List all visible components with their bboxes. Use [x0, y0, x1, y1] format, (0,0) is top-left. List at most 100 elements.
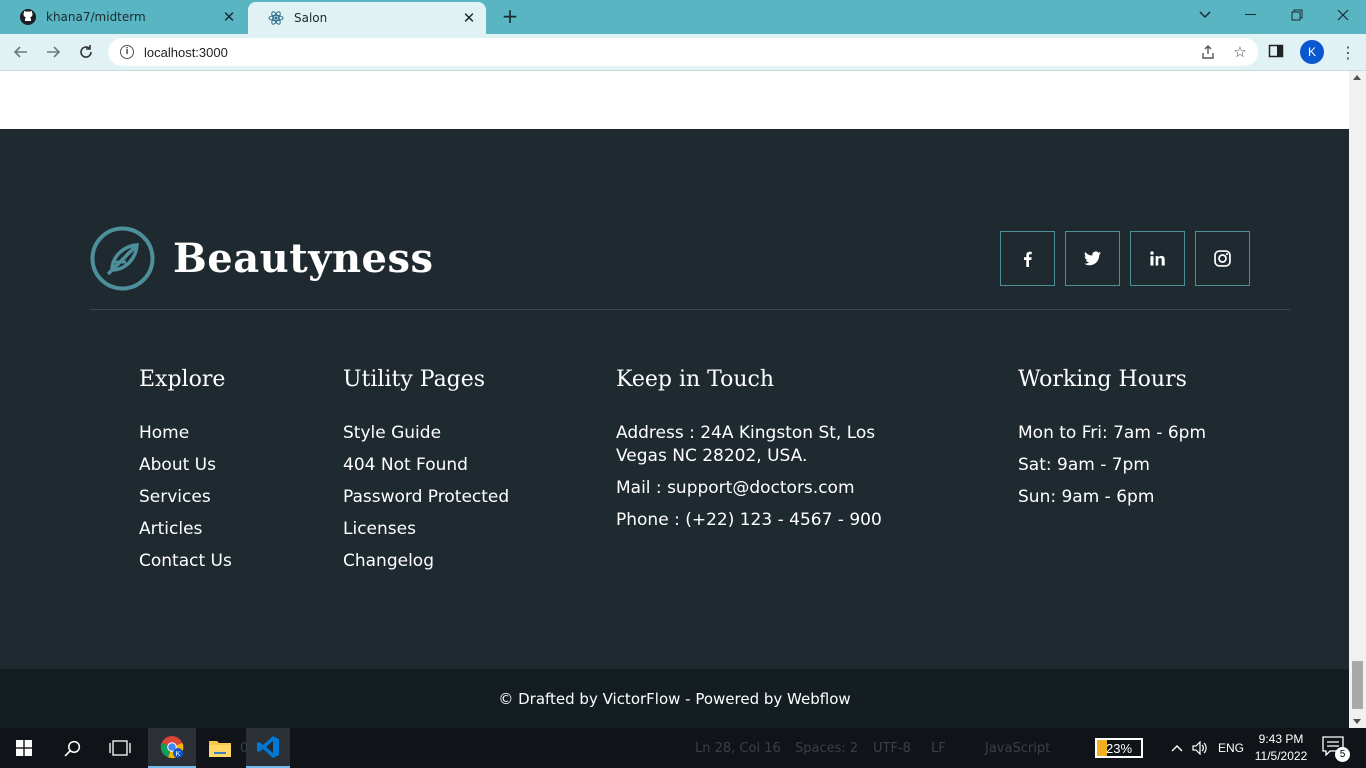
scrollbar-thumb[interactable]: [1352, 661, 1363, 709]
social-links: [1000, 231, 1250, 286]
contact-address: Address : 24A Kingston St, Los Vegas NC …: [616, 423, 876, 466]
keep-in-touch-column: Keep in Touch Address : 24A Kingston St,…: [616, 367, 916, 541]
site-info-icon[interactable]: i: [120, 45, 134, 59]
svg-text:K: K: [176, 751, 181, 758]
notification-count-badge: 5: [1335, 747, 1350, 762]
instagram-link[interactable]: [1195, 231, 1250, 286]
windows-logo-icon: [16, 740, 32, 756]
file-encoding[interactable]: UTF-8: [873, 741, 911, 756]
copyright-text: © Drafted by VictorFlow - Powered by Web…: [498, 689, 851, 708]
new-tab-button[interactable]: +: [498, 4, 522, 28]
vscode-status-strip: 0 Ln 28, Col 16 Spaces: 2 UTF-8 LF JavaS…: [240, 728, 1090, 768]
twitter-link[interactable]: [1065, 231, 1120, 286]
linkedin-link[interactable]: [1130, 231, 1185, 286]
profile-avatar[interactable]: K: [1300, 40, 1324, 64]
footer-link-404[interactable]: 404 Not Found: [343, 454, 509, 476]
browser-tab-bar: khana7/midterm ✕ Salon ✕ +: [0, 0, 1366, 34]
site-footer: Beautyness Explore Home About Us Service…: [0, 129, 1349, 669]
facebook-link[interactable]: [1000, 231, 1055, 286]
facebook-icon: [1023, 251, 1032, 267]
vscode-icon: [257, 736, 279, 758]
share-icon[interactable]: [1196, 40, 1220, 64]
tab-github[interactable]: khana7/midterm ✕: [0, 0, 246, 34]
page-scrollbar[interactable]: [1349, 71, 1366, 728]
address-bar[interactable]: i localhost:3000 ☆: [108, 38, 1258, 66]
volume-icon[interactable]: [1189, 728, 1211, 768]
restore-button[interactable]: [1274, 0, 1320, 30]
task-view-icon: [109, 740, 131, 756]
footer-link-licenses[interactable]: Licenses: [343, 518, 509, 540]
brand[interactable]: Beautyness: [90, 226, 434, 291]
github-icon: [20, 9, 36, 25]
minimize-button[interactable]: [1228, 0, 1274, 30]
footer-link-contact-us[interactable]: Contact Us: [139, 550, 232, 572]
problems-count[interactable]: 0: [240, 741, 248, 756]
folder-icon: [209, 741, 231, 757]
linkedin-icon: [1150, 251, 1165, 266]
end-of-line[interactable]: LF: [931, 741, 946, 756]
footer-divider: [90, 309, 1290, 310]
task-view-button[interactable]: [96, 728, 144, 768]
keep-in-touch-heading: Keep in Touch: [616, 367, 775, 392]
windows-taskbar: K 0 Ln 28, Col 16 Spaces: 2 UTF-8 LF Jav…: [0, 728, 1366, 768]
system-clock[interactable]: 9:43 PM 11/5/2022: [1246, 731, 1316, 765]
chrome-taskbar-button[interactable]: K: [148, 728, 196, 768]
chrome-icon: K: [160, 736, 184, 759]
forward-button[interactable]: [40, 39, 66, 65]
hours-saturday: Sat: 9am - 7pm: [1018, 455, 1150, 475]
tab-salon[interactable]: Salon ✕: [248, 2, 486, 34]
contact-phone[interactable]: Phone : (+22) 123 - 4567 - 900: [616, 509, 916, 532]
close-tab-icon[interactable]: ✕: [218, 8, 240, 26]
twitter-icon: [1084, 251, 1101, 266]
cursor-position[interactable]: Ln 28, Col 16: [695, 741, 781, 756]
search-button[interactable]: [48, 728, 96, 768]
start-button[interactable]: [0, 728, 48, 768]
react-icon: [268, 10, 284, 26]
language-mode[interactable]: JavaScript: [985, 741, 1050, 756]
scroll-down-arrow-icon[interactable]: [1353, 719, 1361, 724]
footer-link-changelog[interactable]: Changelog: [343, 550, 509, 572]
bookmark-star-icon[interactable]: ☆: [1228, 40, 1252, 64]
footer-link-articles[interactable]: Articles: [139, 518, 232, 540]
scroll-up-arrow-icon[interactable]: [1353, 75, 1361, 80]
hours-weekdays: Mon to Fri: 7am - 6pm: [1018, 423, 1207, 443]
clock-date: 11/5/2022: [1254, 749, 1308, 763]
footer-link-home[interactable]: Home: [139, 422, 232, 444]
working-hours-heading: Working Hours: [1018, 367, 1187, 392]
search-icon: [63, 740, 80, 757]
menu-kebab-icon[interactable]: ⋮: [1340, 43, 1356, 63]
indent-spaces[interactable]: Spaces: 2: [795, 741, 858, 756]
contact-mail[interactable]: Mail : support@doctors.com: [616, 477, 916, 500]
brand-name: Beautyness: [173, 235, 434, 282]
explore-heading: Explore: [139, 367, 226, 392]
copyright-bar: © Drafted by VictorFlow - Powered by Web…: [0, 669, 1349, 728]
tray-chevron-up-icon[interactable]: [1166, 728, 1188, 768]
utility-pages-heading: Utility Pages: [343, 367, 486, 392]
close-window-button[interactable]: [1320, 0, 1366, 30]
battery-percent: 23%: [1105, 740, 1133, 756]
tab-title: Salon: [294, 11, 328, 25]
utility-pages-column: Utility Pages Style Guide 404 Not Found …: [343, 367, 509, 582]
reload-button[interactable]: [73, 39, 99, 65]
clock-time: 9:43 PM: [1258, 732, 1304, 746]
working-hours-column: Working Hours Mon to Fri: 7am - 6pm Sat:…: [1018, 367, 1206, 518]
footer-link-password-protected[interactable]: Password Protected: [343, 486, 509, 508]
url-text: localhost:3000: [144, 44, 228, 60]
hours-sunday: Sun: 9am - 6pm: [1018, 487, 1155, 507]
back-button[interactable]: [8, 39, 34, 65]
tab-title: khana7/midterm: [46, 10, 146, 24]
explore-column: Explore Home About Us Services Articles …: [139, 367, 232, 582]
input-language[interactable]: ENG: [1218, 728, 1244, 768]
vscode-taskbar-button[interactable]: [246, 728, 290, 768]
file-explorer-taskbar-button[interactable]: [198, 728, 242, 768]
battery-indicator[interactable]: 23%: [1095, 738, 1143, 758]
instagram-icon: [1214, 250, 1231, 267]
brand-logo-icon: [90, 226, 155, 291]
footer-link-style-guide[interactable]: Style Guide: [343, 422, 509, 444]
action-center-button[interactable]: 5: [1322, 736, 1350, 762]
tab-search-icon[interactable]: [1182, 0, 1228, 30]
close-tab-icon[interactable]: ✕: [458, 9, 480, 27]
footer-link-services[interactable]: Services: [139, 486, 232, 508]
footer-link-about-us[interactable]: About Us: [139, 454, 232, 476]
side-panel-icon[interactable]: [1268, 43, 1288, 63]
